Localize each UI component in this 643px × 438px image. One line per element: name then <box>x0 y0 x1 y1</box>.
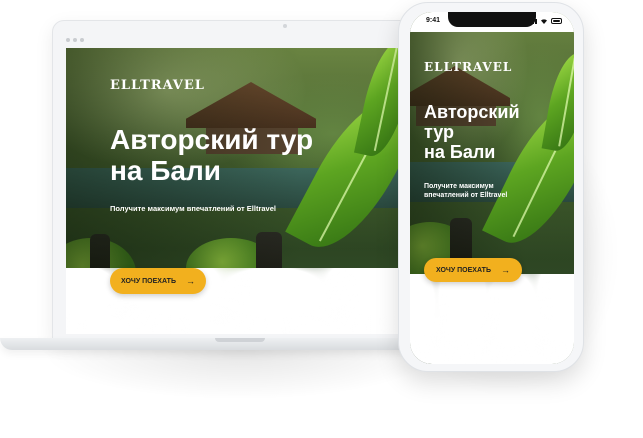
status-time: 9:41 <box>426 17 441 24</box>
hero-headline: Авторский тур на Бали <box>424 102 554 162</box>
browser-window-dots <box>66 38 84 42</box>
hero-headline: Авторский тур на Бали <box>110 124 380 187</box>
cloud-mist <box>410 274 574 364</box>
laptop-base <box>0 338 412 350</box>
battery-icon <box>551 18 562 24</box>
hero-subtitle-line: Получите максимум <box>424 183 494 190</box>
cta-label: ХОЧУ ПОЕХАТЬ <box>436 266 491 274</box>
hero-subtitle: Получите максимум впечатлений от Elltrav… <box>424 182 544 201</box>
brand-logo[interactable]: ELLTRAVEL <box>424 60 512 74</box>
want-to-go-button[interactable]: ХОЧУ ПОЕХАТЬ → <box>424 258 522 282</box>
hero-subtitle-line: впечатлений от Elltravel <box>424 192 508 200</box>
mobile-hero-screen: 9:41 ELLTRAVEL Авторский тур на Бали Пол… <box>410 12 574 364</box>
hero-headline-line: тур <box>424 122 455 143</box>
hero-subtitle: Получите максимум впечатлений от Elltrav… <box>110 204 276 213</box>
arrow-right-icon: → <box>185 275 195 286</box>
arrow-right-icon: → <box>500 264 510 275</box>
laptop-hinge-notch <box>215 338 265 342</box>
hero-headline-line: Авторский тур <box>110 124 314 155</box>
hero-headline-line: на Бали <box>424 142 496 163</box>
want-to-go-button[interactable]: ХОЧУ ПОЕХАТЬ → <box>110 268 206 294</box>
desktop-hero-screen: ELLTRAVEL Авторский тур на Бали Получите… <box>66 48 400 334</box>
status-bar: 9:41 <box>410 12 574 32</box>
laptop-camera <box>283 24 287 28</box>
phone-notch <box>448 12 536 27</box>
cellular-signal-icon <box>526 19 537 24</box>
hero-headline-line: Авторский <box>424 102 520 122</box>
cta-label: ХОЧУ ПОЕХАТЬ <box>121 277 176 285</box>
brand-logo[interactable]: ELLTRAVEL <box>110 78 205 93</box>
wifi-icon <box>541 19 547 24</box>
hero-headline-line: на Бали <box>110 155 221 187</box>
